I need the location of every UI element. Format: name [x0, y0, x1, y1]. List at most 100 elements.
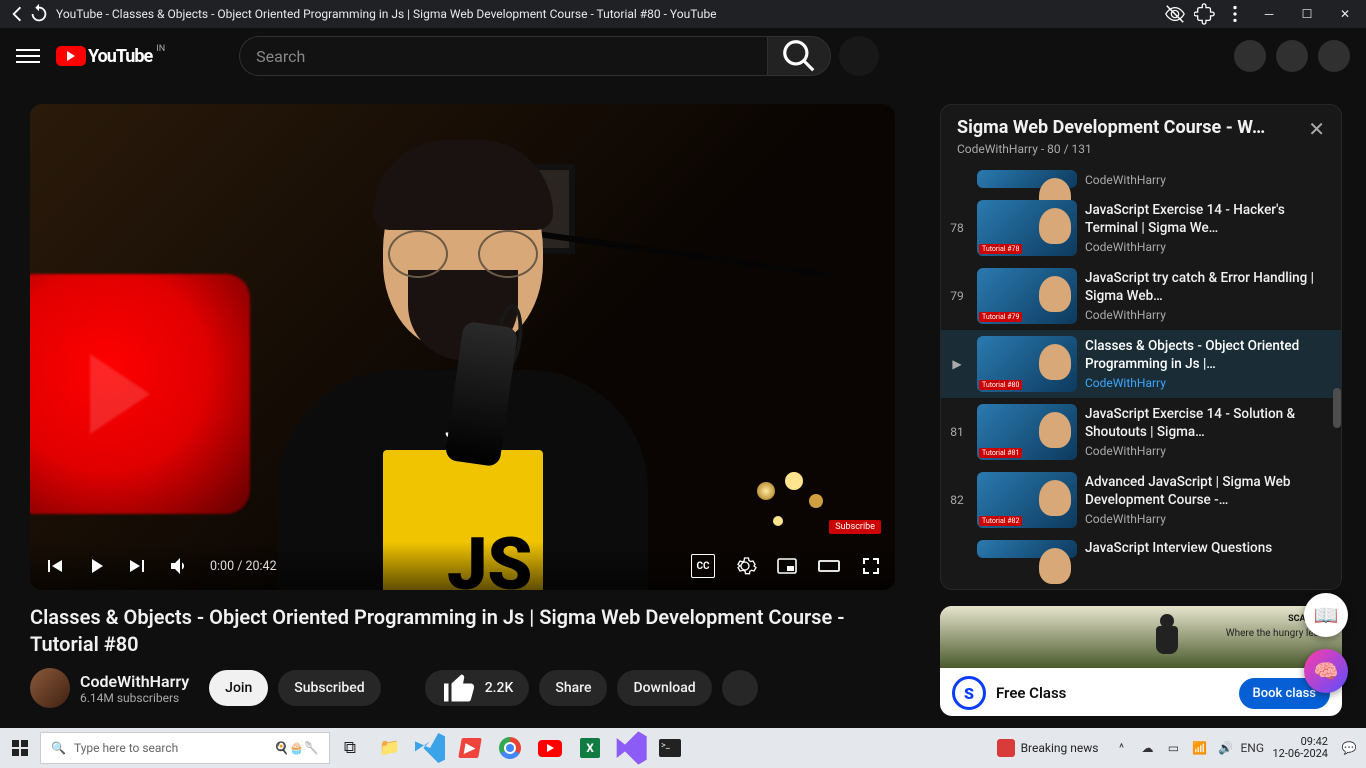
browser-back-button[interactable]: [6, 3, 28, 25]
header-skeleton-button[interactable]: [1234, 40, 1266, 72]
tray-chevron-icon[interactable]: ^: [1110, 741, 1132, 755]
header-skeleton-button[interactable]: [1318, 40, 1350, 72]
playlist-item[interactable]: 78 Tutorial #78 JavaScript Exercise 14 -…: [941, 194, 1341, 262]
search-button[interactable]: [767, 36, 831, 76]
playlist-item[interactable]: JavaScript Interview Questions: [941, 534, 1341, 564]
browser-menu-icon[interactable]: [1224, 3, 1246, 25]
playlist-item-index: 82: [945, 493, 969, 507]
terminal-icon[interactable]: >_: [650, 728, 690, 768]
volume-button[interactable]: [168, 554, 192, 578]
playlist-close-button[interactable]: ✕: [1308, 117, 1325, 141]
search-input[interactable]: Search: [239, 36, 767, 76]
miniplayer-button[interactable]: [775, 554, 799, 578]
news-widget[interactable]: Breaking news: [989, 739, 1107, 757]
like-button[interactable]: 2.2K: [425, 670, 530, 706]
window-close-button[interactable]: ✕: [1330, 7, 1360, 21]
playlist-item-channel: CodeWithHarry: [1085, 444, 1333, 458]
playlist-item[interactable]: CodeWithHarry: [941, 168, 1341, 194]
tray-language[interactable]: ENG: [1240, 741, 1262, 755]
incognito-eye-icon[interactable]: [1164, 3, 1186, 25]
playlist-item-channel: CodeWithHarry: [1085, 376, 1333, 390]
playlist-item[interactable]: 79 Tutorial #79 JavaScript try catch & E…: [941, 262, 1341, 330]
theater-mode-button[interactable]: [817, 554, 841, 578]
tray-meet-icon[interactable]: ▭: [1162, 741, 1184, 755]
anydesk-icon[interactable]: ▶: [450, 728, 490, 768]
download-button[interactable]: Download: [617, 670, 711, 706]
subscribe-watermark[interactable]: Subscribe: [829, 520, 881, 534]
youtube-header: YouTube IN Search: [0, 28, 1366, 84]
playlist-item-title: Classes & Objects - Object Oriented Prog…: [1085, 338, 1333, 373]
playlist-item-thumbnail: Tutorial #80: [977, 336, 1077, 392]
share-button[interactable]: Share: [539, 670, 607, 706]
browser-tab-title: YouTube - Classes & Objects - Object Ori…: [56, 7, 1164, 21]
like-count: 2.2K: [485, 680, 514, 696]
bokeh-lights: [757, 482, 775, 500]
window-minimize-button[interactable]: ─: [1254, 7, 1284, 21]
next-button[interactable]: [126, 554, 150, 578]
fullscreen-button[interactable]: [859, 554, 883, 578]
youtube-play-icon: [56, 46, 86, 66]
playlist-item-channel: CodeWithHarry: [1085, 240, 1333, 254]
excel-icon[interactable]: X: [570, 728, 610, 768]
playlist-item-title: Advanced JavaScript | Sigma Web Developm…: [1085, 474, 1333, 509]
start-button[interactable]: [0, 728, 40, 768]
playlist-item-title: JavaScript Interview Questions: [1085, 540, 1333, 558]
tray-wifi-icon[interactable]: 📶: [1188, 741, 1210, 755]
channel-subscribers: 6.14M subscribers: [80, 691, 189, 705]
tray-clock[interactable]: 09:42 12-06-2024: [1266, 736, 1334, 760]
playlist-item[interactable]: 81 Tutorial #81 JavaScript Exercise 14 -…: [941, 398, 1341, 466]
chrome-icon[interactable]: [490, 728, 530, 768]
playlist-items-list[interactable]: CodeWithHarry 78 Tutorial #78 JavaScript…: [941, 168, 1341, 589]
captions-button[interactable]: CC: [691, 554, 715, 578]
file-explorer-icon[interactable]: 📁: [370, 728, 410, 768]
youtube-taskbar-icon[interactable]: [530, 728, 570, 768]
guide-menu-button[interactable]: [16, 44, 40, 68]
youtube-wordmark: YouTube: [88, 46, 152, 67]
playlist-item-thumbnail: Tutorial #79: [977, 268, 1077, 324]
browser-reload-button[interactable]: [28, 3, 50, 25]
tray-notifications-icon[interactable]: 💬: [1338, 741, 1360, 755]
tray-volume-icon[interactable]: 🔊: [1214, 741, 1236, 755]
task-view-button[interactable]: ⧉: [330, 728, 370, 768]
previous-button[interactable]: [42, 554, 66, 578]
playlist-item[interactable]: 82 Tutorial #82 Advanced JavaScript | Si…: [941, 466, 1341, 534]
settings-button[interactable]: [733, 554, 757, 578]
tray-onedrive-icon[interactable]: ☁: [1136, 741, 1158, 755]
channel-name[interactable]: CodeWithHarry: [80, 672, 189, 691]
playlist-item-thumbnail: Tutorial #78: [977, 200, 1077, 256]
more-actions-button[interactable]: [722, 670, 758, 706]
join-button[interactable]: Join: [209, 670, 268, 706]
voice-search-button[interactable]: [839, 36, 879, 76]
vscode-icon[interactable]: [410, 728, 450, 768]
extensions-icon[interactable]: [1194, 3, 1216, 25]
playlist-subtitle: CodeWithHarry - 80 / 131: [957, 142, 1300, 156]
window-maximize-button[interactable]: ☐: [1292, 7, 1322, 21]
ai-fab-button[interactable]: 🧠: [1304, 649, 1348, 693]
subscribed-button[interactable]: Subscribed: [278, 670, 380, 706]
playlist-panel: Sigma Web Development Course - W… CodeWi…: [940, 104, 1342, 590]
playlist-item-channel: CodeWithHarry: [1085, 512, 1333, 526]
channel-avatar[interactable]: [30, 668, 70, 708]
video-player[interactable]: JS JS Subscribe 0:00 / 20:42: [30, 104, 895, 590]
header-skeleton-button[interactable]: [1276, 40, 1308, 72]
ad-card[interactable]: SCALER ▸ Where the hungry learn S Free C…: [940, 606, 1342, 716]
windows-taskbar: 🔍 Type here to search 🍳🧁🥄 ⧉ 📁 ▶ X >_ Bre…: [0, 728, 1366, 768]
ad-logo-icon: S: [952, 676, 986, 710]
playlist-item-index: 78: [945, 221, 969, 235]
reader-fab-button[interactable]: 📖: [1304, 593, 1348, 637]
playlist-title[interactable]: Sigma Web Development Course - W…: [957, 117, 1300, 138]
search-icon: 🔍: [51, 741, 66, 755]
visual-studio-icon[interactable]: [610, 728, 650, 768]
play-button[interactable]: [84, 554, 108, 578]
playlist-item-channel: CodeWithHarry: [1085, 308, 1333, 322]
video-meta-row: CodeWithHarry 6.14M subscribers Join Sub…: [30, 668, 916, 708]
browser-titlebar: YouTube - Classes & Objects - Object Ori…: [0, 0, 1366, 28]
playlist-item-index: ▶: [945, 357, 969, 371]
playlist-scrollbar[interactable]: [1333, 388, 1341, 428]
taskbar-search[interactable]: 🔍 Type here to search 🍳🧁🥄: [40, 732, 330, 764]
youtube-logo[interactable]: YouTube IN: [56, 46, 163, 67]
playlist-item-title: JavaScript Exercise 14 - Hacker's Termin…: [1085, 202, 1333, 237]
playlist-item-thumbnail: Tutorial #82: [977, 472, 1077, 528]
playlist-item[interactable]: ▶ Tutorial #80 Classes & Objects - Objec…: [941, 330, 1341, 398]
video-title: Classes & Objects - Object Oriented Prog…: [30, 604, 895, 658]
